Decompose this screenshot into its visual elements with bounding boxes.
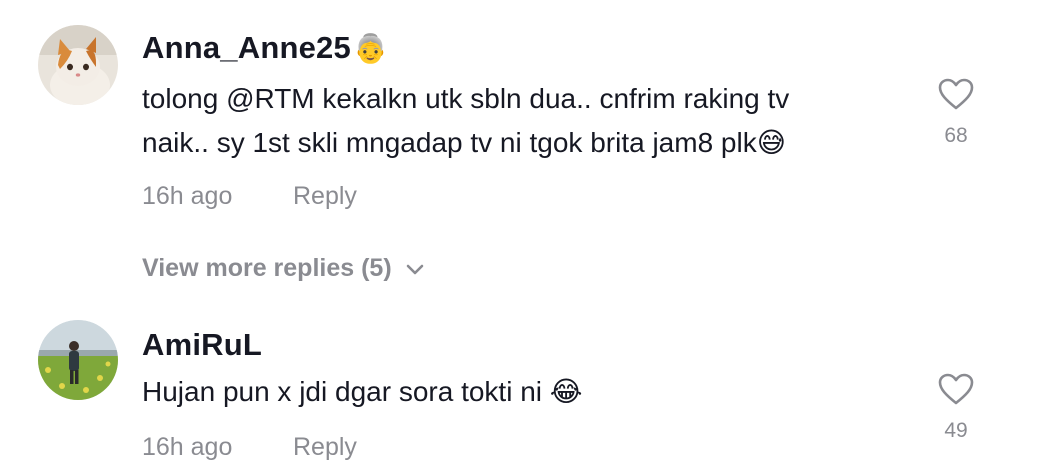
- avatar[interactable]: [38, 320, 118, 400]
- username-text[interactable]: Anna_Anne25: [142, 30, 351, 65]
- username-emoji: 👵: [352, 33, 389, 64]
- avatar[interactable]: [38, 25, 118, 105]
- view-more-replies-button[interactable]: View more replies (5): [142, 254, 424, 283]
- comment-username[interactable]: AmiRuL: [142, 327, 262, 363]
- reply-button[interactable]: Reply: [293, 182, 357, 211]
- view-more-replies-label: View more replies (5): [142, 254, 392, 282]
- username-text[interactable]: AmiRuL: [142, 327, 262, 362]
- comment-item: AmiRuL Hujan pun x jdi dgar sora tokti n…: [0, 300, 1038, 476]
- comment-timestamp: 16h ago: [142, 433, 233, 461]
- like-button[interactable]: 49: [926, 373, 986, 443]
- heart-icon: [938, 373, 974, 405]
- comment-timestamp: 16h ago: [142, 182, 233, 210]
- comment-text-line: tolong @RTM kekalkn utk sbln dua.. cnfri…: [142, 83, 790, 114]
- comment-item: Anna_Anne25👵 tolong @RTM kekalkn utk sbl…: [0, 0, 1038, 240]
- comment-text: Hujan pun x jdi dgar sora tokti ni 😂: [142, 370, 902, 414]
- heart-icon: [938, 78, 974, 110]
- comment-username[interactable]: Anna_Anne25👵: [142, 30, 388, 66]
- cat-avatar-icon: [38, 25, 118, 105]
- like-count: 68: [944, 124, 968, 147]
- comment-text-line: naik.. sy 1st skli mngadap tv ni tgok br…: [142, 127, 786, 158]
- comment-text: tolong @RTM kekalkn utk sbln dua.. cnfri…: [142, 77, 902, 165]
- like-button[interactable]: 68: [926, 78, 986, 148]
- reply-button[interactable]: Reply: [293, 433, 357, 462]
- comment-text-line: Hujan pun x jdi dgar sora tokti ni 😂: [142, 376, 583, 407]
- like-count: 49: [944, 419, 968, 442]
- chevron-down-icon: [406, 254, 424, 283]
- field-avatar-icon: [38, 320, 118, 400]
